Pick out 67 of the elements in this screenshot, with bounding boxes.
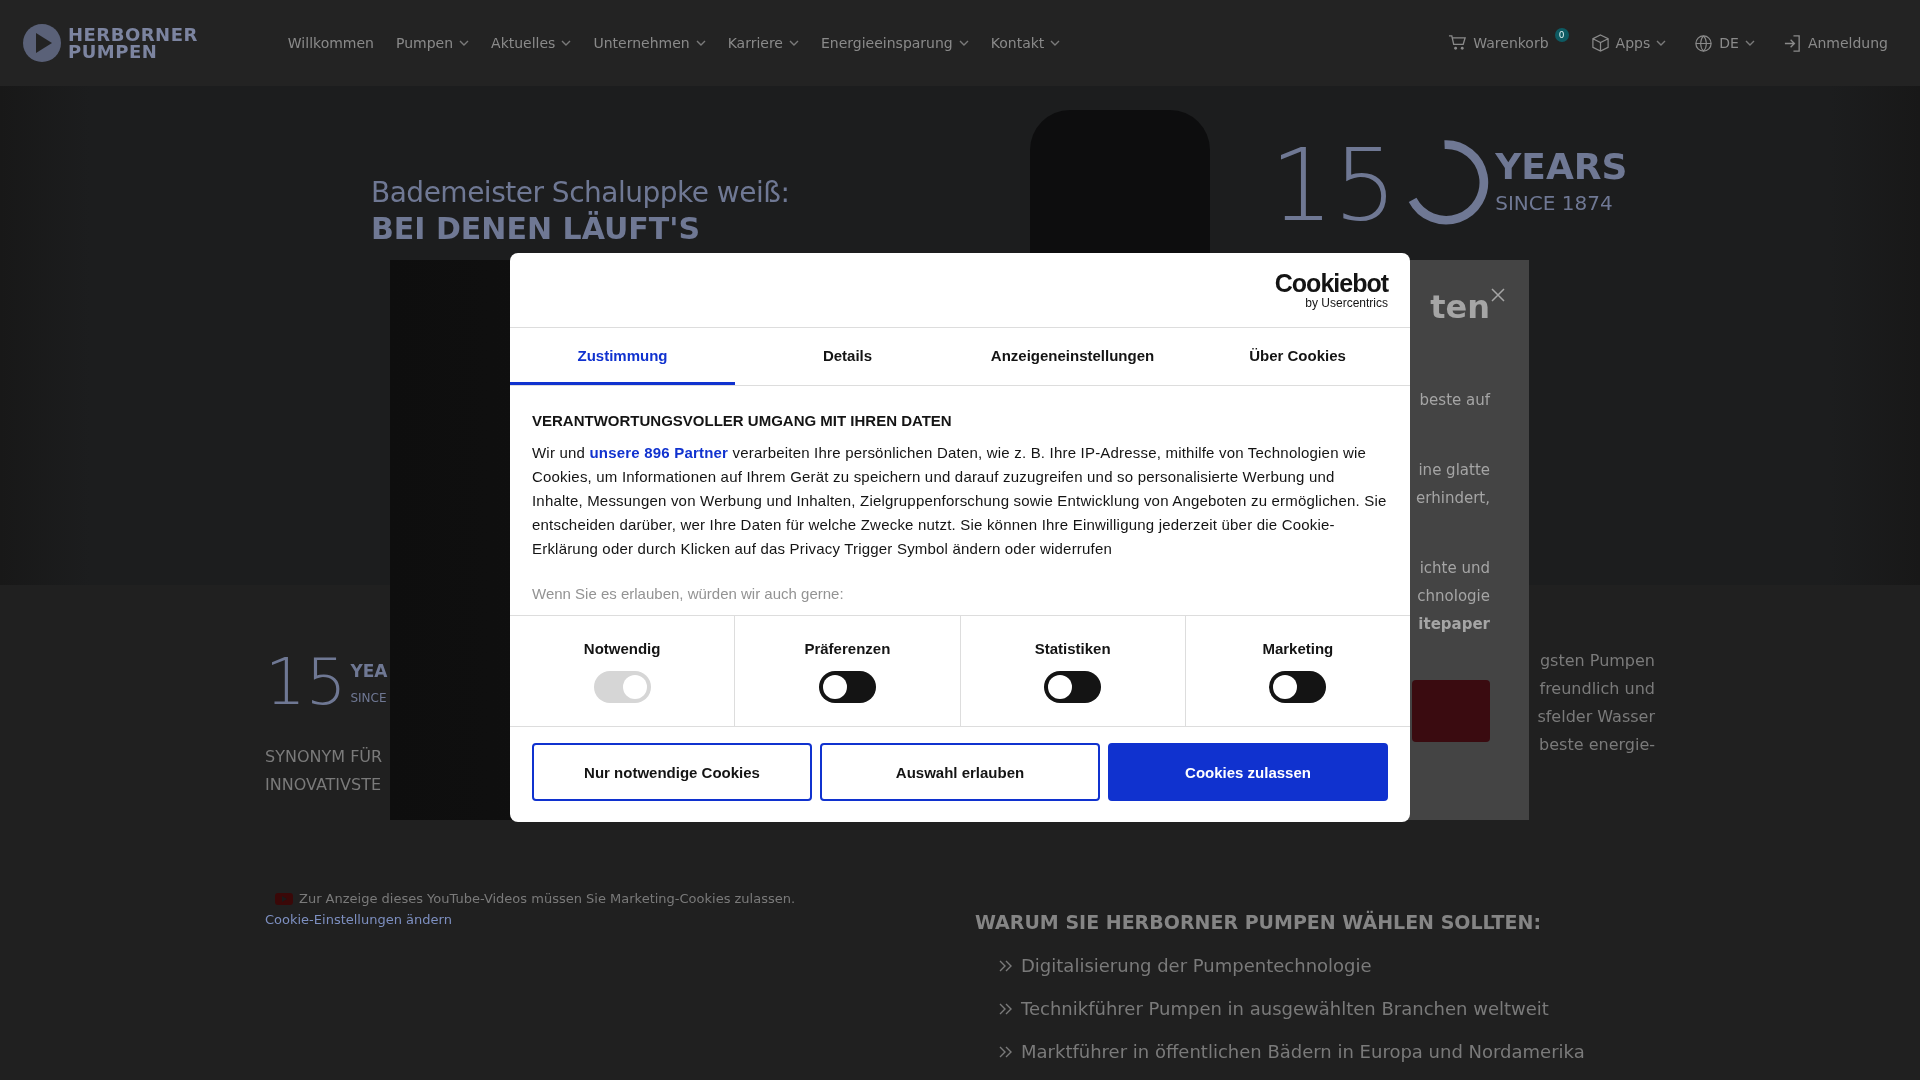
play-logo-icon (22, 23, 62, 63)
toggle-switch[interactable] (818, 671, 876, 703)
toggle-switch[interactable] (1269, 671, 1327, 703)
anniversary-word: YEA (350, 661, 388, 681)
list-item-text: Digitalisierung der Pumpentechnologie (1021, 955, 1372, 976)
play-icon (275, 892, 293, 905)
body-text: beste energie- (1539, 734, 1655, 756)
anniversary-figure: 15 (1270, 136, 1398, 236)
section-heading: WARUM SIE HERBORNER PUMPEN WÄHLEN SOLLTEN: (975, 911, 1542, 933)
nav-item[interactable]: Unternehmen (583, 27, 716, 59)
consent-text: Wir und unsere 896 Partner verarbeiten Ihre persönlichen Daten, wie z. B. Ihre IP-Adresse, mithilfe von Technologien wie Cookies, um Informationen auf Ihrem Gerät zu speichern und darauf zuzugreifen und so personalisierte Werbung und Inhalte, Messungen von Werbung und Inhalten, Zielgruppenforschung sowie Entwicklung von Angeboten zu ermöglichen. Sie entscheiden darüber, wer Ihre Daten für welche Zwecke nutzt. Sie können Ihre Einwilligung jederzeit über die Cookie-Erklärung oder durch Klicken auf das Privacy Trigger Symbol ändern oder widerrufen (532, 443, 1388, 559)
hero-headline: BEI DENEN LÄUFT'S (371, 211, 702, 246)
apps-button[interactable]: Apps (1580, 25, 1677, 61)
video-notice: Zur Anzeige dieses YouTube-Videos müssen Sie Marketing-Cookies zulassen. (299, 891, 796, 906)
category-label: Präferenzen (804, 640, 891, 657)
language-button[interactable]: DE (1684, 25, 1765, 61)
category-label: Statistiken (1034, 640, 1111, 657)
dialog-heading: VERANTWORTUNGSVOLLER UMGANG MIT IHREN DATEN (532, 412, 953, 429)
close-icon[interactable] (1491, 288, 1505, 302)
body-text: erhindert, (1416, 488, 1490, 509)
category-label: Marketing (1262, 640, 1334, 657)
category-label: Notwendig (583, 640, 661, 657)
nav-item[interactable]: Karriere (717, 27, 809, 59)
secondary-button[interactable]: Nur notwendige Cookies (532, 743, 812, 801)
body-text: freundlich und (1539, 678, 1655, 700)
anniversary-figure: 15 (265, 647, 347, 717)
logo-text: PUMPEN (68, 43, 159, 60)
toggle-switch[interactable] (1044, 671, 1102, 703)
list-item-text: Marktführer in öffentlichen Bädern in Europa und Nordamerika (1021, 1041, 1585, 1062)
body-text: itepaper (1418, 614, 1490, 635)
nav-item[interactable]: Aktuelles (481, 27, 582, 59)
faded-note: Wenn Sie es erlauben, würden wir auch gerne: (532, 585, 844, 602)
logo-text: HERBORNER (68, 26, 198, 43)
anniversary-since: SINCE 1874 (1495, 191, 1614, 215)
allow-all-button[interactable]: Cookies zulassen (1108, 743, 1388, 801)
globe-icon (1694, 33, 1714, 53)
anniversary-word: YEARS (1495, 146, 1628, 187)
hero-kicker: Bademeister Schaluppke weiß: (371, 176, 791, 209)
cube-icon (1590, 33, 1610, 53)
list-item-text: Technikführer Pumpen in ausgewählten Branchen weltweit (1021, 998, 1549, 1019)
double-chevron-icon (999, 1002, 1013, 1015)
body-text: sfelder Wasser (1537, 706, 1655, 728)
nav-item[interactable]: Kontakt (980, 27, 1071, 59)
sign-in-icon (1782, 33, 1802, 53)
double-chevron-icon (999, 1045, 1013, 1058)
brand-subtitle: by Usercentrics (1305, 296, 1388, 310)
body-text: ichte und (1419, 558, 1490, 579)
cart-button[interactable]: Warenkorb 0 (1438, 25, 1573, 61)
cart-count-badge: 0 (1554, 27, 1569, 42)
body-text: chnologie (1417, 586, 1490, 607)
login-button[interactable]: Anmeldung (1772, 25, 1898, 61)
nav-item[interactable]: Energieeinsparung (811, 27, 979, 59)
body-text: beste auf (1419, 390, 1490, 411)
tagline-text: SYNONYM FÜR (265, 746, 383, 768)
double-chevron-icon (999, 959, 1013, 972)
body-text: ine glatte (1418, 460, 1490, 481)
body-text: gsten Pumpen (1539, 650, 1655, 672)
anniversary-since: SINCE (350, 691, 388, 705)
secondary-button[interactable]: Auswahl erlauben (820, 743, 1100, 801)
nav-item[interactable]: Willkommen (277, 27, 384, 59)
popup-title: ten (1430, 288, 1490, 326)
nav-item[interactable]: Pumpen (385, 27, 480, 59)
brand-logo: Cookiebot (1274, 270, 1388, 296)
cart-icon (1448, 33, 1468, 53)
cookie-settings-link[interactable]: Cookie-Einstellungen ändern (265, 912, 452, 927)
tagline-text: INNOVATIVSTE (265, 774, 382, 796)
partners-link[interactable]: unsere 896 Partner (589, 444, 729, 461)
